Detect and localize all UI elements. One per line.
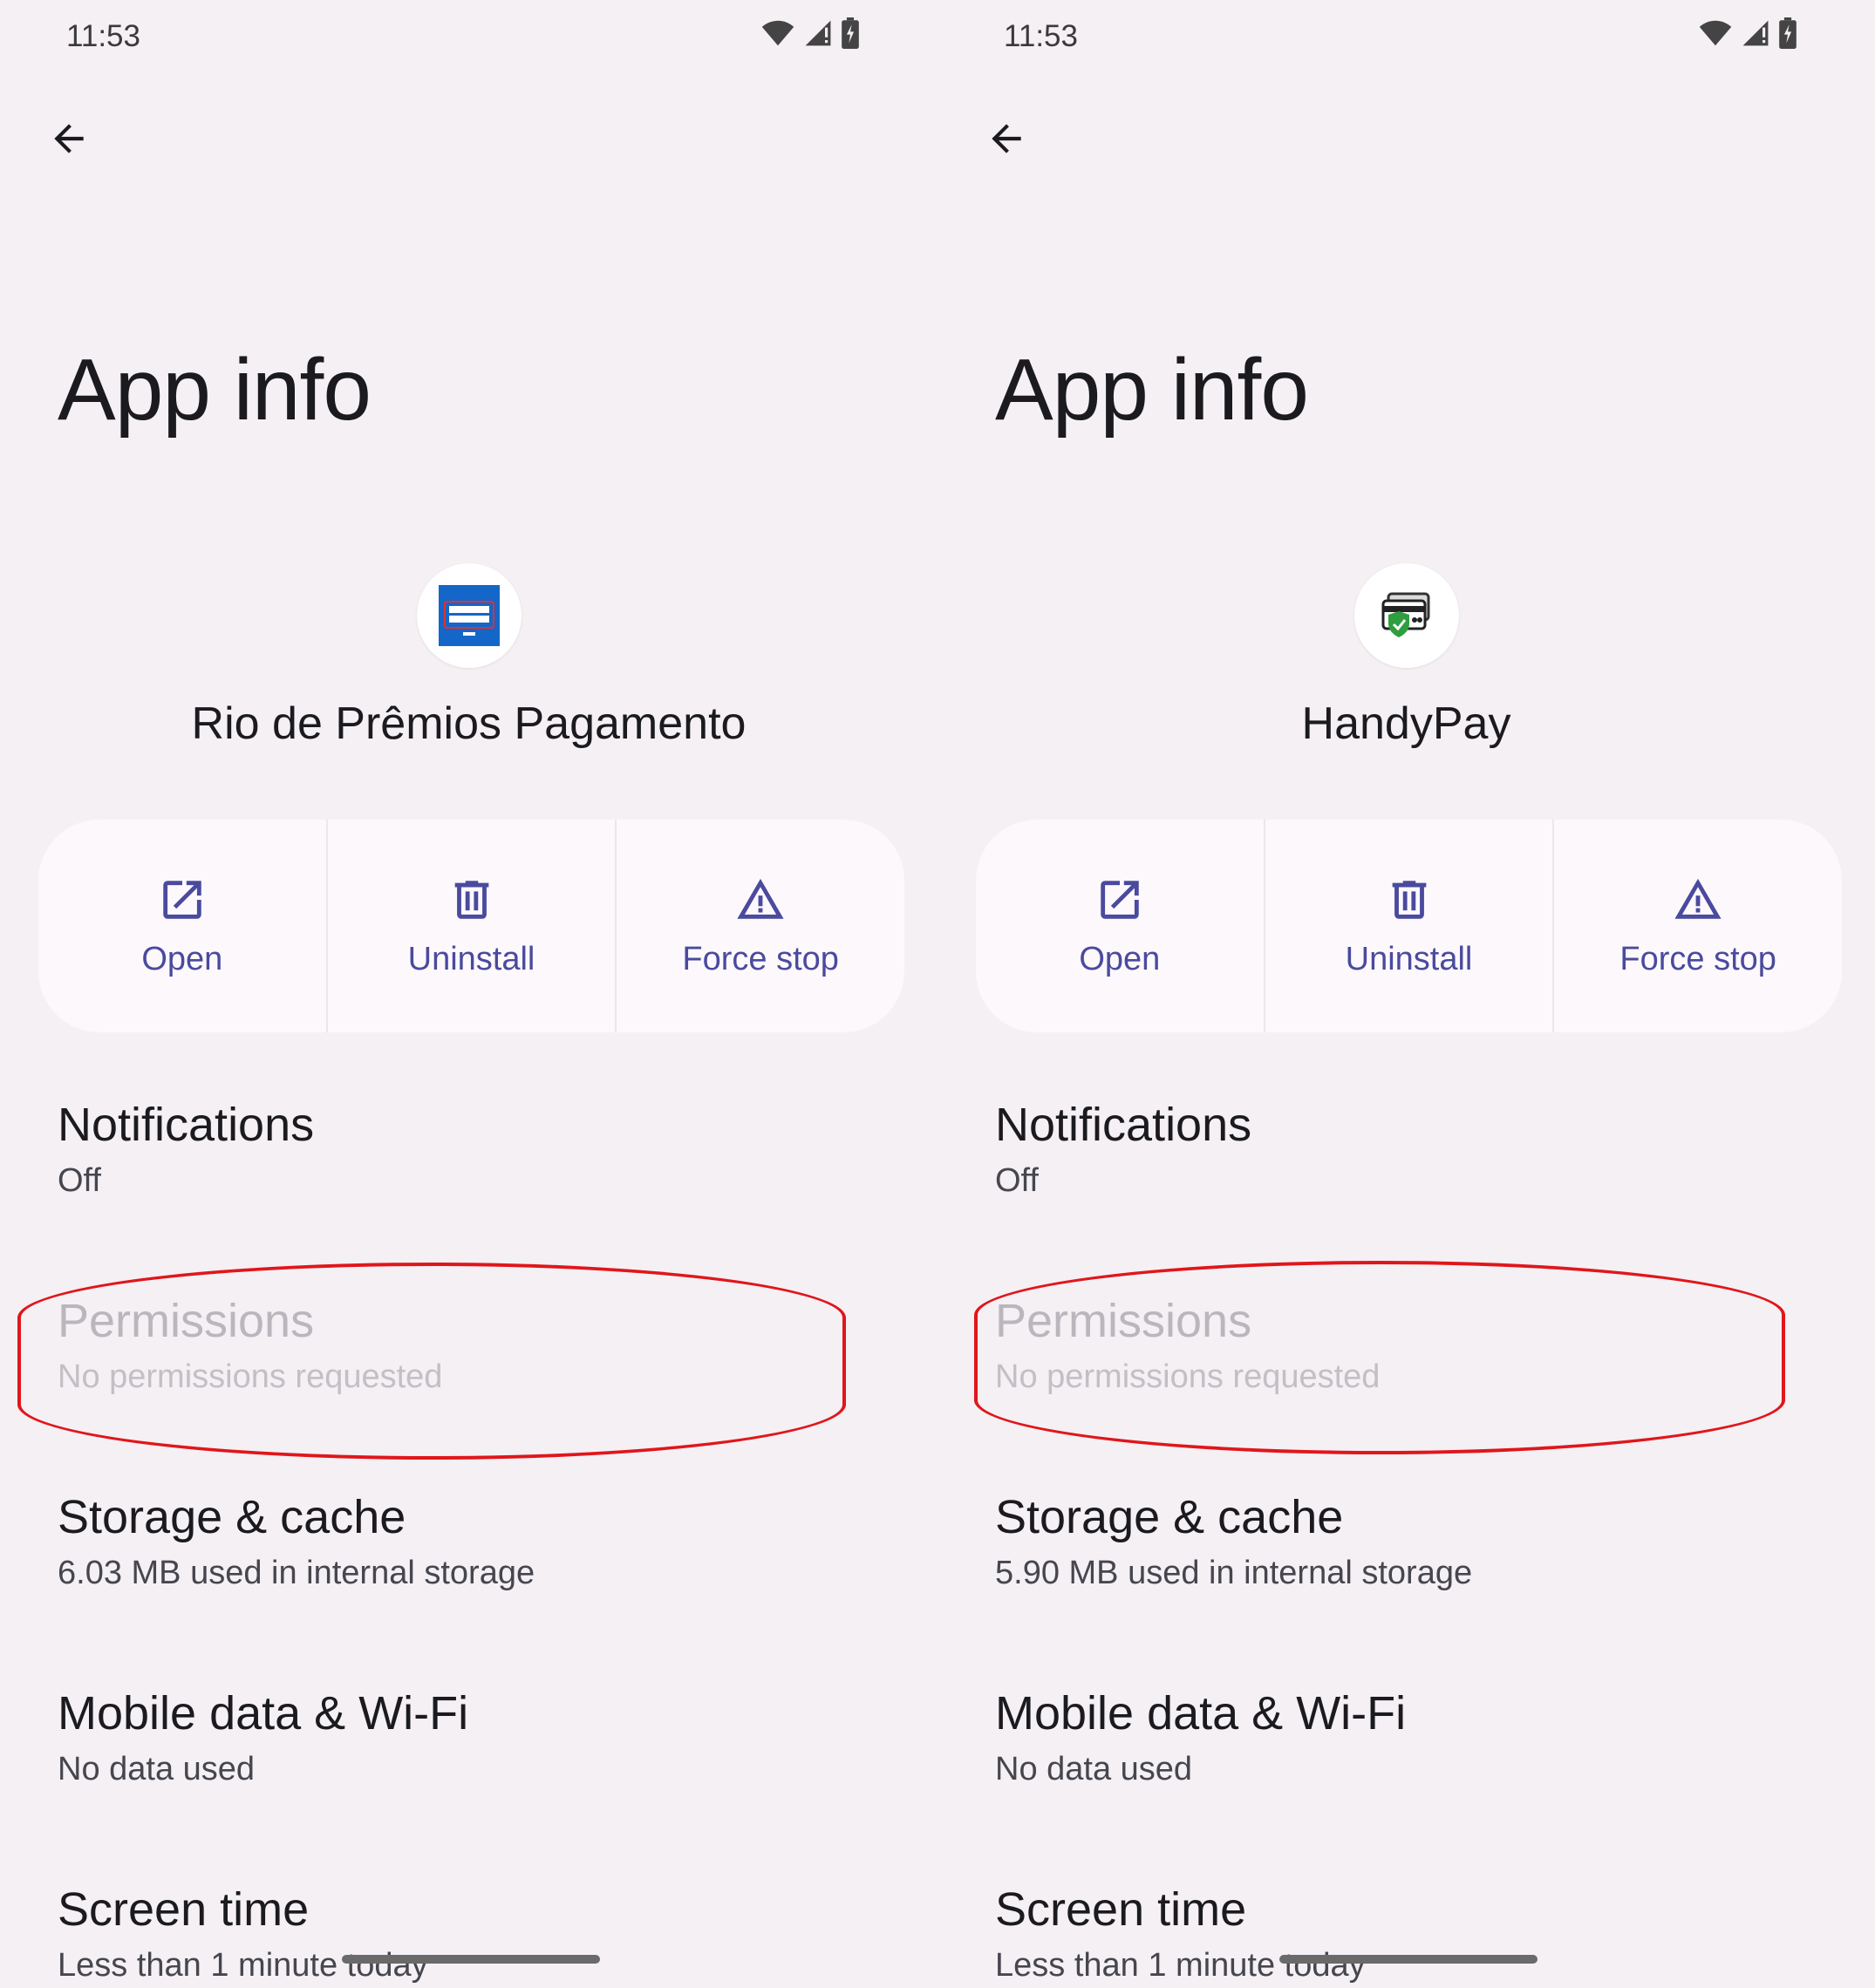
screen-time-item[interactable]: Screen time Less than 1 minute today bbox=[58, 1882, 842, 1985]
storage-title: Storage & cache bbox=[58, 1491, 406, 1543]
action-bar: Open Uninstall Force stop bbox=[38, 820, 904, 1032]
screen-time-subtitle: Less than 1 minute today bbox=[58, 1946, 428, 1984]
open-icon bbox=[1101, 880, 1139, 919]
open-button[interactable]: Open bbox=[38, 820, 328, 1032]
back-button[interactable] bbox=[42, 112, 96, 166]
status-icons bbox=[1699, 17, 1797, 49]
app-info-screen-handypay: 11:53 App info HandyPay Open Uninstall F… bbox=[938, 0, 1875, 1988]
permissions-highlight-ellipse bbox=[974, 1261, 1785, 1454]
uninstall-button[interactable]: Uninstall bbox=[1265, 820, 1555, 1032]
gesture-nav-handle[interactable] bbox=[1279, 1955, 1538, 1964]
force-stop-label: Force stop bbox=[682, 940, 839, 977]
action-bar: Open Uninstall Force stop bbox=[976, 820, 1842, 1032]
open-label: Open bbox=[1079, 940, 1161, 977]
mobile-data-subtitle: No data used bbox=[58, 1750, 256, 1787]
signal-icon bbox=[1742, 20, 1769, 46]
status-icons bbox=[761, 17, 859, 49]
rio-de-premios-app-icon bbox=[439, 585, 500, 646]
status-time: 11:53 bbox=[1004, 19, 1078, 53]
notifications-title: Notifications bbox=[58, 1099, 315, 1151]
back-button[interactable] bbox=[979, 112, 1033, 166]
screen-time-item[interactable]: Screen time Less than 1 minute today bbox=[995, 1882, 1780, 1985]
open-label: Open bbox=[141, 940, 223, 977]
trash-icon bbox=[454, 880, 488, 919]
notifications-subtitle: Off bbox=[995, 1161, 1039, 1199]
force-stop-button[interactable]: Force stop bbox=[1554, 820, 1842, 1032]
trash-icon bbox=[1392, 880, 1426, 919]
gesture-nav-handle[interactable] bbox=[342, 1955, 600, 1964]
screen-time-title: Screen time bbox=[995, 1883, 1247, 1936]
mobile-data-subtitle: No data used bbox=[995, 1750, 1193, 1787]
notifications-subtitle: Off bbox=[58, 1161, 101, 1199]
app-name: Rio de Prêmios Pagamento bbox=[191, 698, 747, 749]
uninstall-label: Uninstall bbox=[1345, 940, 1473, 977]
open-icon bbox=[163, 880, 201, 919]
mobile-data-title: Mobile data & Wi-Fi bbox=[58, 1687, 469, 1740]
app-icon bbox=[417, 563, 522, 668]
storage-subtitle: 6.03 MB used in internal storage bbox=[58, 1554, 535, 1591]
uninstall-button[interactable]: Uninstall bbox=[328, 820, 617, 1032]
screen-time-title: Screen time bbox=[58, 1883, 310, 1936]
mobile-data-item[interactable]: Mobile data & Wi-Fi No data used bbox=[58, 1685, 842, 1788]
handypay-app-icon bbox=[1381, 592, 1430, 637]
uninstall-label: Uninstall bbox=[407, 940, 535, 977]
warning-icon bbox=[1674, 878, 1722, 919]
notifications-item[interactable]: Notifications Off bbox=[58, 1097, 842, 1200]
storage-subtitle: 5.90 MB used in internal storage bbox=[995, 1554, 1473, 1591]
app-name: HandyPay bbox=[1301, 698, 1511, 749]
wifi-icon bbox=[761, 20, 794, 46]
wifi-icon bbox=[1699, 20, 1732, 46]
open-button[interactable]: Open bbox=[976, 820, 1265, 1032]
warning-icon bbox=[737, 878, 784, 919]
storage-item[interactable]: Storage & cache 6.03 MB used in internal… bbox=[58, 1489, 842, 1592]
force-stop-button[interactable]: Force stop bbox=[617, 820, 904, 1032]
page-title: App info bbox=[58, 341, 372, 439]
storage-title: Storage & cache bbox=[995, 1491, 1344, 1543]
force-stop-label: Force stop bbox=[1619, 940, 1776, 977]
back-arrow-icon bbox=[54, 124, 84, 153]
signal-icon bbox=[805, 20, 831, 46]
mobile-data-item[interactable]: Mobile data & Wi-Fi No data used bbox=[995, 1685, 1780, 1788]
mobile-data-title: Mobile data & Wi-Fi bbox=[995, 1687, 1407, 1740]
app-icon bbox=[1354, 563, 1459, 668]
notifications-title: Notifications bbox=[995, 1099, 1252, 1151]
battery-icon bbox=[1779, 17, 1797, 49]
app-info-screen-rio: 11:53 App info Rio de Prêmios Pagamento … bbox=[0, 0, 938, 1988]
storage-item[interactable]: Storage & cache 5.90 MB used in internal… bbox=[995, 1489, 1780, 1592]
status-time: 11:53 bbox=[66, 19, 140, 53]
page-title: App info bbox=[995, 341, 1309, 439]
back-arrow-icon bbox=[992, 124, 1021, 153]
permissions-highlight-ellipse bbox=[17, 1263, 846, 1460]
battery-icon bbox=[842, 17, 859, 49]
screen-time-subtitle: Less than 1 minute today bbox=[995, 1946, 1366, 1984]
notifications-item[interactable]: Notifications Off bbox=[995, 1097, 1780, 1200]
